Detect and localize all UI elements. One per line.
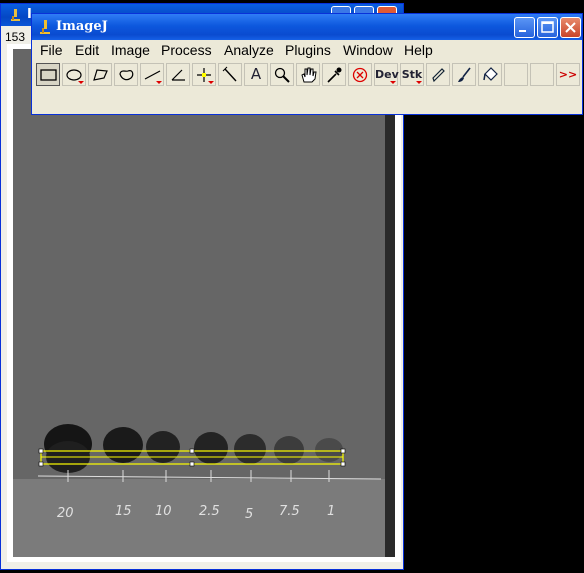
image-canvas[interactable]: 20 15 10 2.5 5 7.5 1 (13, 49, 395, 557)
flood-fill-tool-icon (483, 67, 498, 81)
imagej-title: ImageJ (56, 19, 108, 34)
image-canvas-frame: 20 15 10 2.5 5 7.5 1 (7, 44, 401, 562)
plate-label: 2.5 (199, 504, 220, 519)
menu-plugins[interactable]: Plugins (285, 42, 331, 58)
flood-fill-tool[interactable] (478, 63, 502, 86)
microscope-icon (11, 9, 20, 21)
wand-tool-icon (222, 66, 237, 82)
maximize-icon (541, 21, 554, 33)
minimize-icon (519, 30, 526, 32)
color-picker-tool[interactable] (322, 63, 346, 86)
plate-label: 20 (57, 506, 74, 521)
imagej-titlebar[interactable]: ImageJ (32, 14, 582, 40)
plate-label: 15 (115, 504, 132, 519)
rectangle-tool[interactable] (36, 63, 60, 86)
close-roi-tool[interactable] (348, 63, 372, 86)
point-tool[interactable] (192, 63, 216, 86)
close-roi-icon (352, 67, 368, 83)
angle-tool-icon (171, 69, 185, 81)
dev-tool-label: Dev (375, 68, 399, 81)
line-tool[interactable] (140, 63, 164, 86)
freehand-tool[interactable] (114, 63, 138, 86)
empty-tool-slot[interactable] (504, 63, 528, 86)
magnifier-tool-icon (274, 67, 290, 83)
microscope-icon (40, 20, 50, 34)
menu-analyze[interactable]: Analyze (224, 42, 274, 58)
polygon-tool[interactable] (88, 63, 112, 86)
text-tool[interactable]: A (244, 63, 268, 86)
plate-label: 10 (155, 504, 172, 519)
angle-tool[interactable] (166, 63, 190, 86)
rectangle-tool-icon (40, 69, 57, 81)
pencil-tool[interactable] (426, 63, 450, 86)
freehand-tool-icon (119, 70, 134, 81)
close-button[interactable] (560, 17, 581, 38)
minimize-button[interactable] (514, 17, 535, 38)
polygon-tool-icon (93, 69, 108, 81)
text-tool-icon: A (250, 65, 262, 83)
imagej-window: ImageJ File Edit Image Process Analyze P… (31, 13, 583, 115)
menu-image[interactable]: Image (111, 42, 150, 58)
menu-edit[interactable]: Edit (75, 42, 99, 58)
plate-label: 5 (245, 507, 253, 522)
oval-tool[interactable] (62, 63, 86, 86)
empty-tool-slot[interactable] (530, 63, 554, 86)
wand-tool[interactable] (218, 63, 242, 86)
hand-tool-icon (301, 67, 317, 83)
more-tools-button[interactable]: >> (556, 63, 580, 86)
plate-label: 7.5 (279, 504, 300, 519)
stk-tool-label: Stk (401, 68, 423, 81)
magnifier-tool[interactable] (270, 63, 294, 86)
more-tools-icon: >> (558, 68, 578, 81)
status-bar (32, 86, 582, 114)
image-info-text: 153 (5, 30, 26, 44)
pencil-tool-icon (432, 68, 445, 83)
menu-bar: File Edit Image Process Analyze Plugins … (32, 40, 582, 61)
menu-process[interactable]: Process (161, 42, 212, 58)
menu-file[interactable]: File (40, 42, 63, 58)
tool-bar: A Dev Stk >> (32, 61, 582, 86)
line-selection[interactable] (38, 448, 346, 467)
tlc-plate-image: 20 15 10 2.5 5 7.5 1 (13, 49, 395, 557)
close-icon (565, 22, 576, 33)
menu-window[interactable]: Window (343, 42, 393, 58)
brush-tool-icon (458, 67, 471, 82)
menu-help[interactable]: Help (404, 42, 433, 58)
maximize-button[interactable] (537, 17, 558, 38)
dev-tool[interactable]: Dev (374, 63, 399, 86)
stk-tool[interactable]: Stk (400, 63, 424, 86)
plate-label: 1 (327, 504, 335, 519)
hand-tool[interactable] (296, 63, 320, 86)
brush-tool[interactable] (452, 63, 476, 86)
color-picker-icon (327, 67, 342, 83)
